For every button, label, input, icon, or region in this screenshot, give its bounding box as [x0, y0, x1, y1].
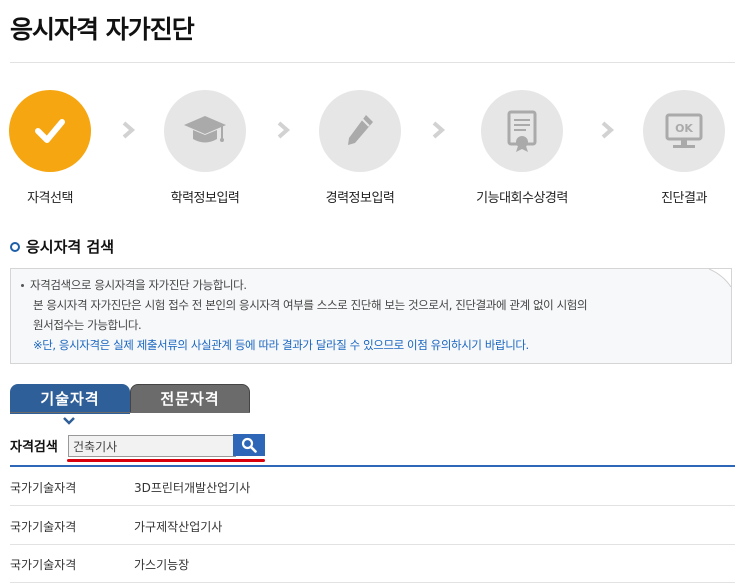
step-label: 경력정보입력 [325, 191, 395, 206]
page-fold-icon [709, 269, 731, 287]
title-divider [10, 62, 735, 63]
tab-underline [10, 412, 250, 413]
result-category: 국가기술자격 [10, 520, 77, 534]
check-icon [9, 90, 91, 172]
result-name-link[interactable]: 가스기능장 [134, 556, 189, 573]
notice-box: 자격검색으로 응시자격을 자가진단 가능합니다. 본 응시자격 자가진단은 시험… [10, 268, 732, 364]
result-row[interactable]: 국가기술자격 3D프린터개발산업기사 [10, 467, 735, 506]
search-label: 자격검색 [10, 440, 58, 455]
pencil-icon [319, 90, 401, 172]
step-label: 기능대회수상경력 [476, 191, 568, 206]
monitor-ok-text: OK [675, 122, 693, 135]
result-row[interactable]: 국가기술자격 가구제작산업기사 [10, 506, 735, 545]
step-label: 학력정보입력 [170, 191, 240, 206]
search-highlight-underline [67, 459, 265, 462]
result-category: 국가기술자격 [10, 481, 77, 495]
search-button[interactable] [233, 434, 265, 456]
chevron-down-icon [63, 417, 75, 425]
bullet-circle-icon [10, 241, 20, 252]
page-title: 응시자격 자가진단 [10, 15, 195, 44]
result-name-link[interactable]: 가구제작산업기사 [134, 518, 222, 535]
section-title: 응시자격 검색 [10, 236, 114, 257]
tab-technical-qualification[interactable]: 기술자격 [10, 384, 130, 414]
bullet-dot-icon [21, 284, 24, 287]
result-name-link[interactable]: 3D프린터개발산업기사 [134, 479, 250, 496]
result-row[interactable]: 국가기술자격 가스기능장 [10, 544, 735, 583]
search-input[interactable] [68, 435, 236, 457]
notice-line-2: 본 응시자격 자가진단은 시험 접수 전 본인의 응시자격 여부를 스스로 진단… [33, 298, 588, 312]
step-diagnosis-result: OK 진단결과 [614, 90, 742, 206]
tab-professional-qualification[interactable]: 전문자격 [130, 384, 250, 413]
notice-warning: ※단, 응시자격은 실제 제출서류의 사실관계 등에 따라 결과가 달라질 수 … [33, 338, 529, 352]
certificate-icon [481, 90, 563, 172]
progress-steps: 자격선택 학력정보입력 경력정보입력 기능대회수상경력 OK 진단결과 [0, 90, 742, 210]
step-label: 자격선택 [27, 191, 73, 206]
monitor-ok-icon: OK [643, 90, 725, 172]
step-competition-awards: 기능대회수상경력 [452, 90, 592, 206]
notice-text: 자격검색으로 응시자격을 자가진단 가능합니다. [30, 278, 247, 292]
notice-line-3: 원서접수는 가능합니다. [33, 318, 142, 332]
step-label: 진단결과 [661, 191, 707, 206]
result-category: 국가기술자격 [10, 558, 77, 572]
step-education-input: 학력정보입력 [135, 90, 275, 206]
chevron-right-icon [432, 121, 446, 139]
search-icon [241, 437, 257, 453]
graduation-cap-icon [164, 90, 246, 172]
notice-line-1: 자격검색으로 응시자격을 자가진단 가능합니다. [21, 275, 247, 295]
step-career-input: 경력정보입력 [290, 90, 430, 206]
step-qualification-select: 자격선택 [0, 90, 120, 206]
section-title-text: 응시자격 검색 [26, 238, 115, 256]
